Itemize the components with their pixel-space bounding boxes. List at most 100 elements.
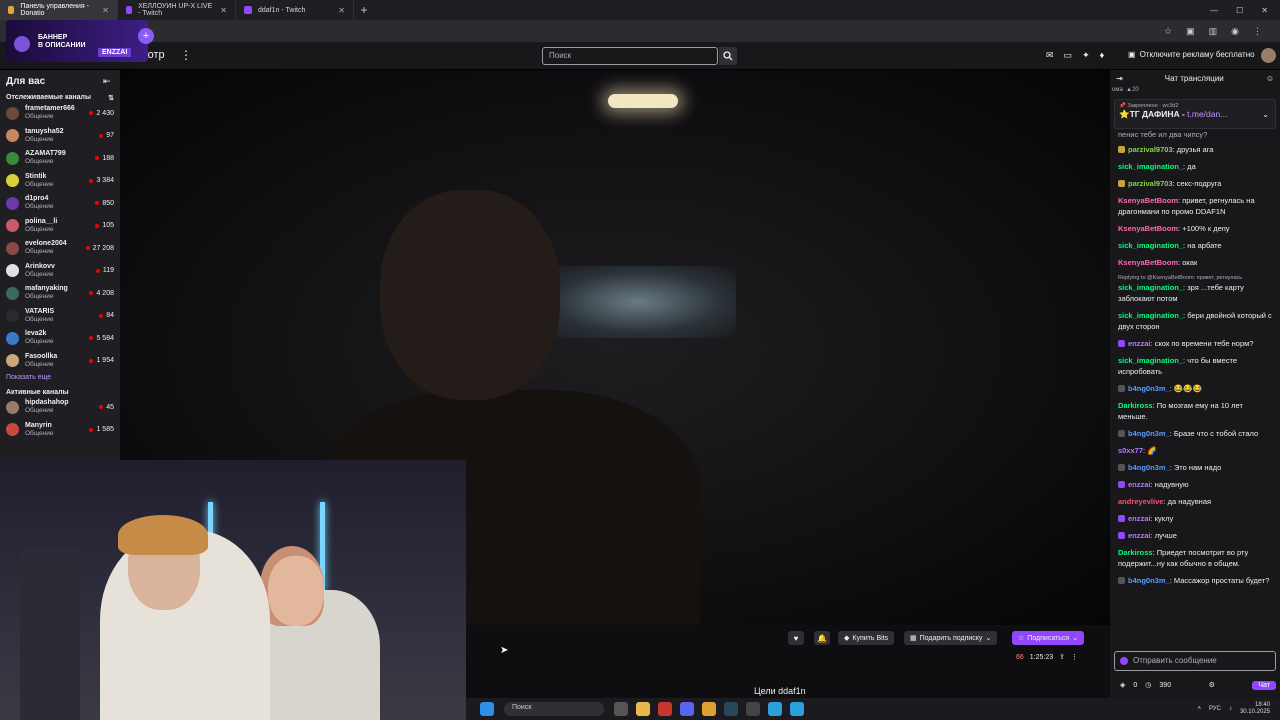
collapse-chat-icon[interactable]: ⇥ [1116,74,1123,83]
chat-username[interactable]: sick_imagination_ [1118,356,1183,365]
sidebar-channel-stintik[interactable]: Stintik Общение 3 384 [0,170,120,193]
bookmark-star-icon[interactable]: ☆ [1164,26,1172,37]
maximize-icon[interactable]: ☐ [1236,6,1243,15]
app-icon[interactable] [658,702,672,716]
search-button[interactable] [719,47,737,65]
channel-points-icon[interactable]: ◈ [1120,681,1125,689]
adfree-button[interactable]: ▣ Отключите рекламу бесплатно [1128,50,1255,59]
chat-username[interactable]: andreyevlive [1118,497,1163,506]
chat-username[interactable]: parzival9703 [1128,179,1173,188]
sidebar-toggle-icon[interactable]: ▥ [1209,26,1218,37]
pinned-link[interactable]: t.me/dan... [1187,109,1227,119]
chat-text: Бразе что с тобой стало [1173,429,1259,438]
channel-viewers: 105 [95,222,114,229]
chat-username[interactable]: enzzai [1128,339,1151,348]
sidebar-channel-vataris[interactable]: VATARIS Общение 84 [0,305,120,328]
chat-text: лучше [1154,531,1177,540]
new-tab-button[interactable]: + [354,3,374,17]
more-menu-icon[interactable]: ⋮ [180,48,192,62]
collapse-sidebar-icon[interactable]: ⇤ [103,76,111,87]
chat-username[interactable]: parzival9703 [1128,145,1173,154]
chat-send-button[interactable]: Чат [1252,680,1276,690]
sidebar-channel-fasoollka[interactable]: Fasoollka Общение 1 954 [0,350,120,373]
sidebar-channel-d1pro4[interactable]: d1pro4 Общение 850 [0,192,120,215]
follow-heart-button[interactable]: ♥ [788,631,804,645]
more-options-icon[interactable]: ⋮ [1071,653,1078,661]
sidebar-channel-hipdashahop[interactable]: hipdashahop Общение 45 [0,396,120,419]
clock-points-icon[interactable]: ◷ [1145,681,1151,689]
minimize-icon[interactable]: — [1210,6,1218,15]
clock[interactable]: 18:40 30.10.2025 [1240,702,1270,716]
whispers-icon[interactable]: ▭ [1064,50,1073,61]
profile-icon[interactable]: ◉ [1231,26,1239,37]
chat-username[interactable]: enzzai [1128,531,1151,540]
discord-icon[interactable] [680,702,694,716]
pinned-message[interactable]: 📌 Закреплено · wc3d2 ⭐ТГ ДАФИНА - t.me/d… [1114,99,1276,129]
sidebar-channel-tanuysha52[interactable]: tanuysha52 Общение 97 [0,125,120,148]
volume-icon[interactable]: ♪ [1229,706,1232,712]
chat-input[interactable]: Отправить сообщение [1114,651,1276,671]
sidebar-channel-manyrin[interactable]: Manyrin Общение 1 585 [0,419,120,442]
chat-username[interactable]: s0xx77 [1118,446,1143,455]
chat-username[interactable]: enzzai [1128,514,1151,523]
chat-username[interactable]: sick_imagination_ [1118,162,1183,171]
steam-icon[interactable] [724,702,738,716]
crown-icon[interactable]: ♦ [1100,50,1105,61]
task-view-icon[interactable] [614,702,628,716]
sidebar-channel-mafanyaking[interactable]: mafanyaking Общение 4 208 [0,282,120,305]
share-icon[interactable]: ⇪ [1059,653,1065,661]
subscribe-button[interactable]: ☆ Подписаться ⌄ [1012,631,1085,645]
sidebar-channel-azamat799[interactable]: AZAMAT799 Общение 188 [0,147,120,170]
chat-username[interactable]: Darkiross [1118,548,1153,557]
chat-username[interactable]: b4ng0n3m_ [1128,463,1170,472]
chat-username[interactable]: sick_imagination_ [1118,283,1183,292]
search-input[interactable]: Поиск [542,47,718,65]
show-more-link[interactable]: Показать еще [0,372,120,389]
notification-button[interactable]: 🔔 [814,631,830,645]
chat-username[interactable]: b4ng0n3m_ [1128,384,1170,393]
file-explorer-icon[interactable] [636,702,650,716]
chevron-down-icon[interactable]: ⌄ [1262,110,1269,119]
chat-username[interactable]: b4ng0n3m_ [1128,429,1170,438]
inbox-icon[interactable]: ✉ [1046,50,1054,61]
settings-icon[interactable]: ⚙ [1209,681,1215,689]
browser-tab-2[interactable]: ddaf1n - Twitch ✕ [236,0,354,20]
tray-chevron-icon[interactable]: ˄ [1197,706,1201,712]
lang-indicator[interactable]: РУС [1209,706,1221,712]
obs-icon[interactable] [746,702,760,716]
sidebar-channel-arinkovv[interactable]: Arinkovv Общение 119 [0,260,120,283]
sort-icon[interactable]: ⇅ [108,94,114,102]
sidebar-channel-frametamer666[interactable]: frametamer666 Общение 2 430 [0,102,120,125]
chat-username[interactable]: KsenyaBetBoom [1118,196,1178,205]
buy-bits-button[interactable]: ◆ Купить Bits [838,631,895,645]
taskbar-search[interactable]: Поиск [504,702,604,716]
chat-username[interactable]: sick_imagination_ [1118,311,1183,320]
chat-username[interactable]: KsenyaBetBoom [1118,258,1178,267]
chat-username[interactable]: enzzai [1128,480,1151,489]
chat-username[interactable]: KsenyaBetBoom [1118,224,1178,233]
close-icon[interactable]: ✕ [102,6,109,15]
chat-username[interactable]: Darkiross [1118,401,1153,410]
bits-icon[interactable]: ✦ [1082,50,1090,61]
telegram-icon[interactable] [768,702,782,716]
close-icon[interactable]: ✕ [338,6,345,15]
gift-sub-button[interactable]: ▦ Подарить подписку ⌄ [904,631,998,645]
close-window-icon[interactable]: ✕ [1261,6,1268,15]
menu-icon[interactable]: ⋮ [1253,26,1262,37]
close-icon[interactable]: ✕ [220,6,227,15]
chat-text: +100% к депу [1182,224,1230,233]
chat-username[interactable]: sick_imagination_ [1118,241,1183,250]
chrome-icon[interactable] [702,702,716,716]
user-avatar[interactable] [1261,48,1276,63]
sidebar-channel-polina-li[interactable]: polina__li Общение 105 [0,215,120,238]
sidebar-channel-leva2k[interactable]: leva2k Общение 5 584 [0,327,120,350]
browser-tab-0[interactable]: Панель управления - Donatio ✕ [0,0,118,20]
browser-tab-1[interactable]: ХЕЛЛОУИН UP-X LIVE - Twitch ✕ [118,0,236,20]
chat-users-icon[interactable]: ☺ [1266,74,1274,83]
mouse-cursor-icon: ➤ [500,645,509,656]
windows-start-icon[interactable] [480,702,494,716]
sidebar-channel-evelone2004[interactable]: evelone2004 Общение 27 208 [0,237,120,260]
extension-icon[interactable]: ▣ [1186,26,1195,37]
telegram-2-icon[interactable] [790,702,804,716]
chat-username[interactable]: b4ng0n3m_ [1128,576,1170,585]
